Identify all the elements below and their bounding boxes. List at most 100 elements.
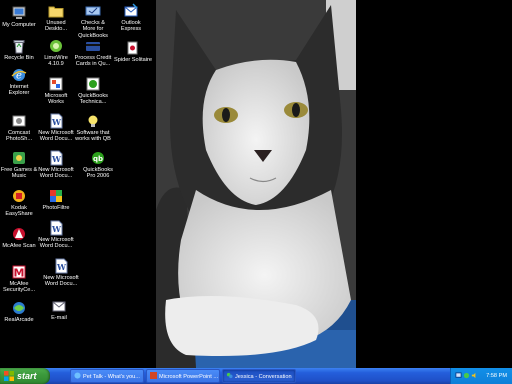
start-label: start	[17, 371, 37, 381]
quickbooks-pro-icon: qb	[92, 152, 104, 164]
clock[interactable]: 7:58 PM	[486, 368, 507, 384]
desktop-icon-checks-more[interactable]: Checks & More for QuickBooks	[74, 3, 112, 39]
taskbar-item-pet-talk[interactable]: Pet Talk - What's you...	[70, 369, 144, 383]
system-tray: 7:58 PM	[450, 368, 512, 384]
taskbar-item-label: Microsoft PowerPoint ...	[159, 374, 219, 380]
desktop-icon-label: Outlook Express	[120, 20, 142, 33]
desktop-icon-label: McAfee Scan	[2, 243, 36, 249]
desktop-icon-email[interactable]: E-mail	[40, 298, 78, 321]
recycle-bin-icon	[13, 40, 25, 54]
desktop-icon-label: Comcast PhotoSh...	[5, 130, 33, 143]
desktop-icon-microsoft-works[interactable]: Microsoft Works	[37, 76, 75, 106]
desktop-icon-label: New Microsoft Word Docu...	[38, 130, 74, 143]
taskbar-item-jessica-conversation[interactable]: Jessica - Conversation	[222, 369, 296, 383]
word-document-icon: W	[55, 258, 68, 274]
microsoft-works-icon	[49, 77, 63, 91]
my-computer-icon	[12, 6, 26, 19]
word-document-icon: W	[50, 113, 63, 129]
desktop-icon-label: RealArcade	[4, 317, 34, 323]
desktop[interactable]: My Computer Recycle Bin e Internet Explo…	[0, 0, 512, 368]
mcafee-security-icon: M	[12, 265, 26, 280]
svg-text:W: W	[51, 154, 62, 164]
svg-text:M: M	[14, 267, 25, 280]
word-document-icon: W	[50, 220, 63, 236]
mcafee-scan-icon	[13, 228, 25, 240]
desktop-icon-label: Process Credit Cards in Qu...	[74, 55, 112, 68]
desktop-icon-label: Software that works with QB	[75, 130, 111, 143]
desktop-icon-word-doc-4[interactable]: W New Microsoft Word Docu...	[42, 258, 80, 288]
desktop-icon-comcast[interactable]: Comcast PhotoSh...	[0, 113, 38, 143]
internet-explorer-icon: e	[11, 69, 27, 82]
desktop-icon-kodak[interactable]: Kodak EasyShare	[0, 188, 38, 218]
desktop-icon-photofiltre[interactable]: PhotoFiltre	[37, 188, 75, 211]
realarcade-icon	[13, 302, 25, 314]
desktop-icon-label: Checks & More for QuickBooks	[78, 20, 108, 39]
desktop-icon-mcafee-security[interactable]: M McAfee SecurityCe...	[0, 264, 38, 294]
limewire-icon	[50, 40, 62, 52]
browser-icon	[74, 372, 81, 379]
desktop-icon-limewire[interactable]: LimeWire 4.10.9	[37, 38, 75, 68]
outlook-express-icon	[124, 3, 138, 17]
desktop-icon-quickbooks-pro[interactable]: qb QuickBooks Pro 2006	[79, 150, 117, 180]
desktop-icon-realarcade[interactable]: RealArcade	[0, 300, 38, 323]
desktop-icon-label: Microsoft Works	[44, 93, 68, 106]
desktop-icon-label: Free Games & Music	[0, 167, 38, 180]
desktop-icon-spider-solitaire[interactable]: Spider Solitaire	[114, 40, 152, 63]
desktop-icon-my-computer[interactable]: My Computer	[0, 5, 38, 28]
desktop-icon-quickbooks-tech[interactable]: QuickBooks Technica...	[74, 76, 112, 106]
powerpoint-icon	[150, 372, 157, 379]
cat-wallpaper	[156, 0, 356, 368]
windows-logo-icon	[4, 371, 14, 381]
desktop-icon-label: Recycle Bin	[4, 55, 34, 61]
taskbar-item-powerpoint[interactable]: Microsoft PowerPoint ...	[146, 369, 220, 383]
desktop-icon-label: New Microsoft Word Docu...	[43, 275, 79, 288]
quickbooks-tech-icon	[86, 77, 100, 91]
photofiltre-icon	[50, 190, 62, 202]
desktop-icon-word-doc-2[interactable]: W New Microsoft Word Docu...	[37, 150, 75, 180]
desktop-icon-label: Spider Solitaire	[114, 57, 152, 63]
taskbar[interactable]: start Pet Talk - What's you... Microsoft…	[0, 368, 512, 384]
desktop-icon-label: New Microsoft Word Docu...	[38, 237, 74, 250]
free-games-icon	[13, 152, 25, 164]
desktop-icon-label: E-mail	[51, 315, 67, 321]
taskbar-item-label: Jessica - Conversation	[235, 374, 292, 380]
desktop-icon-outlook-express[interactable]: Outlook Express	[112, 3, 150, 33]
desktop-icon-word-doc-1[interactable]: W New Microsoft Word Docu...	[37, 113, 75, 143]
desktop-icon-internet-explorer[interactable]: e Internet Explorer	[0, 67, 38, 97]
desktop-icon-free-games[interactable]: Free Games & Music	[0, 150, 38, 180]
svg-text:W: W	[51, 117, 62, 127]
software-qb-icon	[88, 115, 98, 127]
desktop-icon-label: New Microsoft Word Docu...	[38, 167, 74, 180]
volume-icon[interactable]	[471, 372, 478, 379]
desktop-icon-software-qb[interactable]: Software that works with QB	[74, 113, 112, 143]
desktop-icon-label: McAfee SecurityCe...	[2, 281, 36, 294]
checks-more-icon	[85, 6, 101, 16]
network-icon[interactable]	[455, 372, 462, 379]
svg-text:W: W	[56, 262, 67, 272]
desktop-icon-unused-desktop[interactable]: Unused Deskto...	[37, 3, 75, 33]
svg-text:qb: qb	[93, 155, 103, 163]
kodak-icon	[13, 190, 25, 202]
comcast-photoshow-icon	[12, 115, 26, 127]
credit-cards-icon	[86, 42, 100, 51]
desktop-icon-recycle-bin[interactable]: Recycle Bin	[0, 38, 38, 61]
desktop-icon-label: My Computer	[2, 22, 36, 28]
messenger-tray-icon[interactable]	[463, 372, 470, 379]
desktop-icon-label: Unused Deskto...	[44, 20, 68, 33]
start-button[interactable]: start	[0, 368, 50, 384]
desktop-icon-label: Kodak EasyShare	[5, 205, 33, 218]
messenger-icon	[226, 372, 233, 379]
desktop-icon-word-doc-3[interactable]: W New Microsoft Word Docu...	[37, 220, 75, 250]
taskbar-item-label: Pet Talk - What's you...	[83, 374, 140, 380]
word-document-icon: W	[50, 150, 63, 166]
spider-solitaire-icon	[127, 41, 138, 55]
desktop-icon-label: QuickBooks Technica...	[78, 93, 108, 106]
desktop-icon-label: Internet Explorer	[8, 84, 30, 97]
desktop-icon-credit-cards[interactable]: Process Credit Cards in Qu...	[74, 38, 112, 68]
folder-icon	[48, 6, 64, 18]
desktop-icon-label: LimeWire 4.10.9	[44, 55, 68, 68]
svg-text:W: W	[51, 224, 62, 234]
desktop-icon-mcafee-scan[interactable]: McAfee Scan	[0, 226, 38, 249]
desktop-icon-label: PhotoFiltre	[42, 205, 70, 211]
desktop-icon-label: QuickBooks Pro 2006	[83, 167, 113, 180]
